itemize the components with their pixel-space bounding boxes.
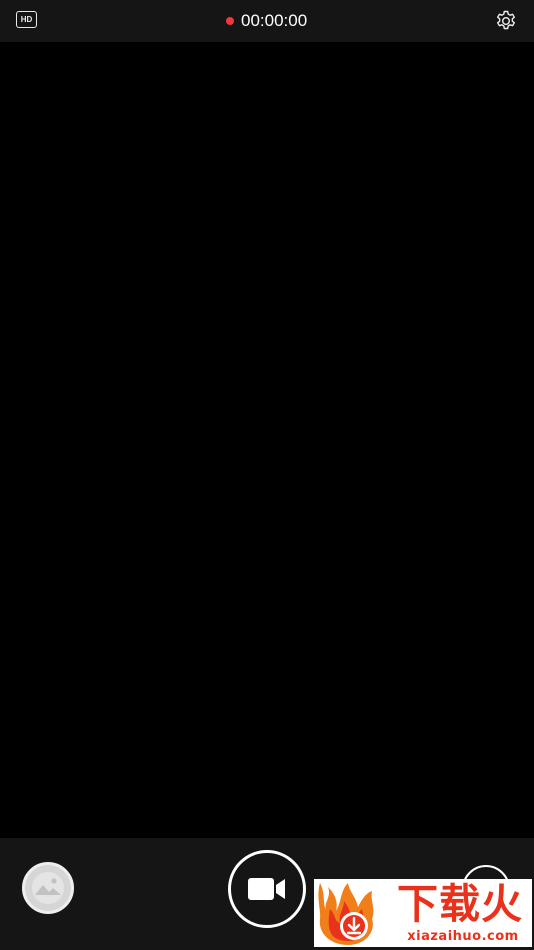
settings-button[interactable] — [494, 9, 518, 33]
video-quality-button[interactable]: HD — [16, 11, 37, 28]
watermark-overlay: 下载火 xiazaihuo.com — [314, 879, 532, 947]
recording-indicator-dot — [226, 17, 234, 25]
image-icon — [32, 872, 64, 904]
gallery-button[interactable] — [22, 862, 74, 914]
video-camera-icon — [248, 878, 285, 900]
watermark-domain: xiazaihuo.com — [407, 929, 519, 944]
recording-status: 00:00:00 — [226, 11, 307, 31]
recording-timer: 00:00:00 — [241, 11, 308, 30]
video-quality-label: HD — [20, 14, 33, 24]
gear-icon — [497, 10, 515, 30]
record-video-button[interactable] — [228, 850, 306, 928]
camera-viewfinder[interactable] — [0, 42, 534, 838]
flame-logo-icon — [318, 883, 374, 945]
top-toolbar: HD 00:00:00 — [0, 0, 534, 42]
watermark-title: 下载火 — [397, 880, 523, 928]
